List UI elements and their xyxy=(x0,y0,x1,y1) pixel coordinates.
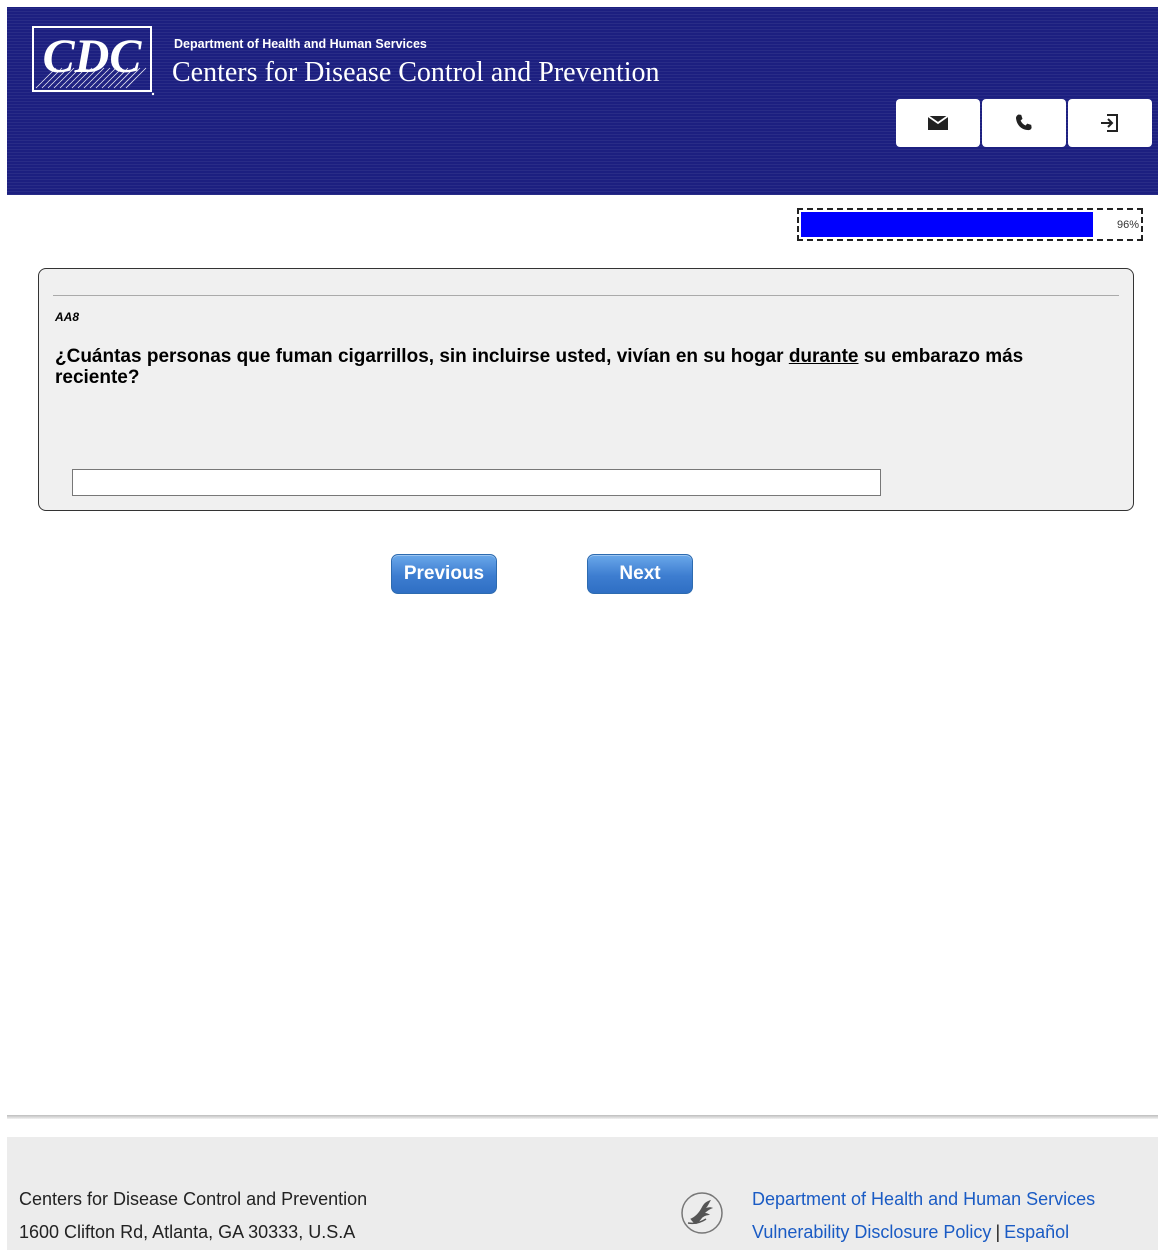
address-line-2: 1600 Clifton Rd, Atlanta, GA 30333, U.S.… xyxy=(19,1222,356,1242)
progress-fill xyxy=(801,212,1093,237)
envelope-icon xyxy=(927,115,949,130)
phone-button[interactable] xyxy=(982,99,1066,147)
card-divider xyxy=(53,295,1119,296)
hhs-link[interactable]: Department of Health and Human Services xyxy=(752,1189,1095,1209)
footer-links: Department of Health and Human Services … xyxy=(752,1183,1095,1249)
page: CDC Department of Health and Human Servi… xyxy=(0,0,1158,1250)
link-separator: | xyxy=(995,1222,1001,1242)
question-text-before: ¿Cuántas personas que fuman cigarrillos,… xyxy=(55,346,789,367)
question-text: ¿Cuántas personas que fuman cigarrillos,… xyxy=(55,346,1105,388)
previous-button[interactable]: Previous xyxy=(391,554,497,594)
progress-bar: 96% xyxy=(797,208,1143,241)
question-code: AA8 xyxy=(55,310,80,324)
footer-divider xyxy=(7,1115,1158,1119)
hhs-eagle-icon xyxy=(681,1192,723,1234)
department-name: Department of Health and Human Services xyxy=(174,37,427,51)
header-actions xyxy=(896,99,1152,147)
cdc-logo: CDC xyxy=(32,26,155,96)
agency-name: Centers for Disease Control and Preventi… xyxy=(172,57,660,88)
vulnerability-policy-link[interactable]: Vulnerability Disclosure Policy xyxy=(752,1222,991,1242)
cdc-logo-text: CDC xyxy=(43,30,143,83)
footer-address: Centers for Disease Control and Preventi… xyxy=(19,1183,367,1249)
address-line-1: Centers for Disease Control and Preventi… xyxy=(19,1189,368,1209)
email-button[interactable] xyxy=(896,99,980,147)
exit-button[interactable] xyxy=(1068,99,1152,147)
progress-label: 96% xyxy=(1116,218,1139,231)
phone-icon xyxy=(1015,114,1032,131)
espanol-link[interactable]: Español xyxy=(1004,1222,1069,1242)
site-footer: Centers for Disease Control and Preventi… xyxy=(7,1137,1158,1250)
site-header: CDC Department of Health and Human Servi… xyxy=(7,7,1158,195)
question-text-emphasis: durante xyxy=(788,346,859,367)
question-card: AA8 ¿Cuántas personas que fuman cigarril… xyxy=(38,268,1134,511)
answer-input[interactable] xyxy=(72,469,881,496)
next-button[interactable]: Next xyxy=(587,554,693,594)
exit-icon xyxy=(1101,114,1118,132)
